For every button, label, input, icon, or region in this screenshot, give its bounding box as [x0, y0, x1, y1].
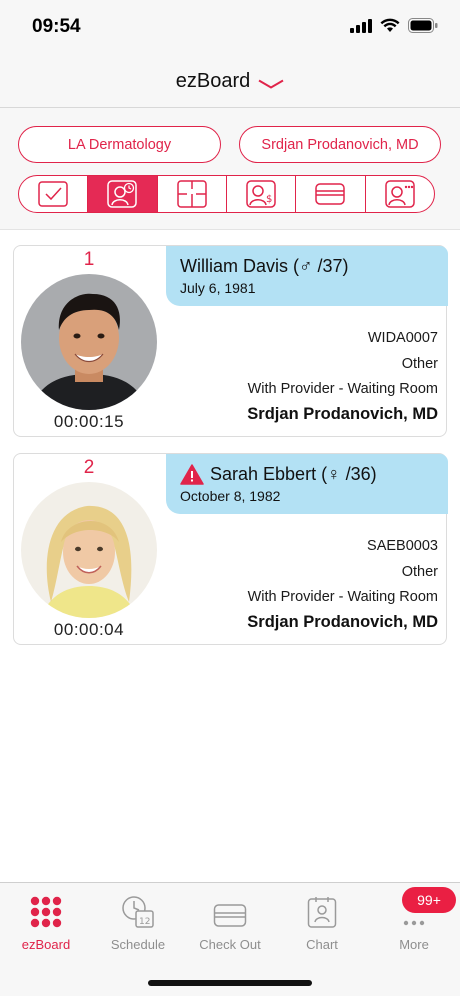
patient-id: WIDA0007: [367, 330, 438, 346]
provider-name: Srdjan Prodanovich, MD: [247, 404, 438, 423]
person-clock-icon: [107, 180, 138, 208]
wait-timer: 00:00:04: [53, 620, 125, 639]
filter-area: LA Dermatology Srdjan Prodanovich, MD $: [0, 108, 460, 230]
provider-name: Srdjan Prodanovich, MD: [247, 612, 438, 631]
wifi-icon: [380, 18, 400, 32]
tab-schedule[interactable]: 12 Schedule: [92, 893, 184, 952]
status-bar: 09:54: [0, 0, 460, 56]
patient-banner: Sarah Ebbert (♀ /36) October 8, 1982: [166, 454, 448, 514]
room-layout-icon: [177, 180, 207, 208]
tab-ezboard[interactable]: ezBoard: [0, 893, 92, 952]
signal-icon: [350, 18, 372, 33]
gender-symbol: ♀: [327, 464, 341, 484]
battery-icon: [408, 18, 438, 33]
patient-dob: July 6, 1981: [180, 280, 256, 296]
tab-more-person[interactable]: [366, 176, 434, 212]
visit-type: Other: [401, 355, 438, 372]
calendar-clock-icon: 12: [122, 896, 154, 928]
patient-age: /36): [340, 464, 377, 484]
patient-age: /37): [312, 256, 349, 276]
tab-rooms[interactable]: [158, 176, 227, 212]
patient-card[interactable]: 2 00:00:04 Sarah Ebbert (♀ /36) October …: [13, 453, 448, 645]
visit-type: Other: [401, 563, 438, 580]
person-dollar-icon: $: [246, 180, 276, 208]
queue-number: 2: [83, 457, 95, 478]
location-filter-button[interactable]: LA Dermatology: [18, 126, 221, 163]
person-more-icon: [385, 180, 415, 208]
notification-badge: 99+: [402, 887, 456, 913]
status-time: 09:54: [32, 16, 81, 37]
svg-text:12: 12: [139, 917, 150, 927]
patient-name-row: Sarah Ebbert (♀ /36): [180, 464, 448, 485]
chevron-down-icon: [258, 79, 284, 89]
male-patient-photo: [21, 274, 157, 410]
patient-info: SAEB0003 Other With Provider - Waiting R…: [247, 534, 438, 632]
patient-id: SAEB0003: [367, 538, 438, 554]
status-icons: [350, 18, 438, 33]
nav-header: ezBoard: [0, 56, 460, 108]
card-icon: [213, 904, 247, 927]
tab-check-out[interactable]: Check Out: [184, 893, 276, 952]
alert-icon[interactable]: [180, 464, 204, 485]
tab-label: More: [399, 937, 429, 952]
avatar: [21, 274, 157, 410]
female-patient-photo: [21, 482, 157, 618]
tab-label: Chart: [306, 937, 338, 952]
patient-card[interactable]: 1 00:00:15 William Davis (♂ /37) July 6,…: [13, 245, 448, 437]
provider-filter-button[interactable]: Srdjan Prodanovich, MD: [239, 126, 441, 163]
grid-dots-icon: [30, 896, 62, 928]
wait-timer: 00:00:15: [53, 412, 125, 431]
svg-text:$: $: [266, 194, 272, 205]
patient-dob: October 8, 1982: [180, 488, 281, 504]
page-title: ezBoard: [175, 70, 251, 92]
patient-banner: William Davis (♂ /37) July 6, 1981: [166, 246, 448, 306]
tab-label: Schedule: [110, 937, 166, 952]
avatar: [21, 482, 157, 618]
patient-name: Sarah Ebbert (: [210, 464, 328, 484]
tab-bar: ezBoard 12 Schedule Check Out Chart More: [0, 882, 460, 996]
visit-status: With Provider - Waiting Room: [247, 589, 438, 605]
visit-status: With Provider - Waiting Room: [247, 381, 438, 397]
queue-number: 1: [83, 249, 95, 270]
gender-symbol: ♂: [299, 256, 313, 276]
patient-info: WIDA0007 Other With Provider - Waiting R…: [247, 326, 438, 424]
tab-payment[interactable]: [296, 176, 366, 212]
board-selector[interactable]: ezBoard: [176, 70, 285, 93]
patient-name: William Davis (: [180, 256, 299, 276]
check-icon: [38, 181, 68, 207]
tab-label: Check Out: [199, 937, 261, 952]
patient-name-row: William Davis (♂ /37): [180, 256, 448, 277]
tab-label: ezBoard: [21, 937, 71, 952]
tab-chart[interactable]: Chart: [276, 893, 368, 952]
tab-checkout[interactable]: $: [227, 176, 297, 212]
chart-icon: [307, 897, 337, 928]
view-segmented-control: $: [18, 175, 435, 213]
tab-with-provider[interactable]: [88, 176, 158, 212]
home-indicator: [148, 980, 312, 986]
card-icon: [315, 183, 346, 205]
tab-checked-in[interactable]: [19, 176, 89, 212]
